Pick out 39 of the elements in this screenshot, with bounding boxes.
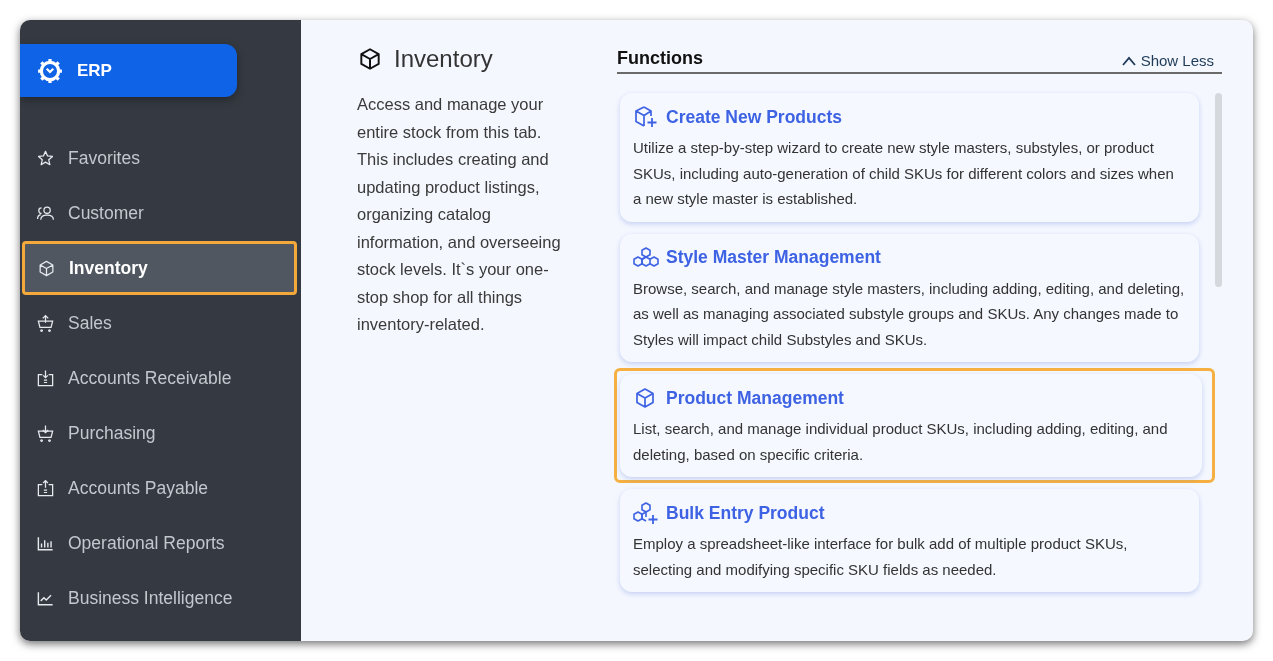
- cart-icon: [36, 313, 55, 333]
- card-title: Bulk Entry Product: [666, 502, 825, 524]
- sidebar-item[interactable]: Operational Reports: [20, 516, 297, 570]
- section-description: Access and manage your entire stock from this tab. This includes creating and updating product listings, organizing catalog information, and overseeing stock levels. It`s your one-stop shop for all things inventory-related.: [357, 94, 562, 335]
- tray-icon: [36, 368, 55, 388]
- caret-icon: [1121, 55, 1136, 66]
- function-card[interactable]: [620, 93, 1199, 222]
- sidebar-item[interactable]: Sales: [20, 296, 297, 350]
- show-less-button[interactable]: Show Less: [1121, 52, 1222, 69]
- card-description: List, search, and manage individual product SKUs, including adding, editing, and deleting, based on specific criteria.: [633, 419, 1169, 465]
- scrollbar[interactable]: [1215, 93, 1222, 287]
- box-plus-icon: [633, 105, 659, 129]
- tray-icon: [36, 478, 55, 498]
- erp-button[interactable]: ERP: [20, 44, 237, 97]
- gear-icon: [37, 57, 63, 84]
- section-title: Inventory: [394, 45, 493, 73]
- cart-icon: [36, 423, 55, 443]
- boxes-icon: [633, 245, 659, 270]
- function-card[interactable]: [620, 233, 1199, 362]
- star-icon: [36, 148, 55, 168]
- card-title: Create New Products: [666, 106, 843, 128]
- sidebar-item[interactable]: Inventory: [22, 241, 297, 295]
- function-card[interactable]: Product Management List, search, and manage individual product SKUs, including adding, editing, and deleting, based on specific criteria.: [620, 374, 1202, 477]
- function-card[interactable]: Bulk Entry Product Employ a spreadsheet-like interface for bulk add of multiple product SKUs, selecting and modifying specific SKU fields as needed.: [620, 489, 1199, 592]
- card-description: Employ a spreadsheet-like interface for bulk add of multiple product SKUs, selecting and modifying specific SKU fields as needed.: [633, 534, 1129, 580]
- sidebar-item[interactable]: Accounts Payable: [20, 461, 297, 515]
- boxes-plus-icon: [633, 501, 659, 525]
- sidebar-item[interactable]: Customer: [20, 186, 297, 240]
- functions-heading: Functions: [617, 48, 703, 69]
- card-title: Style Master Management: [666, 247, 881, 268]
- sidebar-item[interactable]: Accounts Receivable: [20, 351, 297, 405]
- box-icon: [37, 258, 56, 278]
- card-title: Product Management: [666, 387, 844, 409]
- card-description: Browse, search, and manage style masters, including adding, editing, and deleting, as well as managing associated substyle groups and SKUs. Any changes made to Styles will impact child Substyles and SKUs.: [633, 278, 1185, 350]
- card-description: Utilize a step-by-step wizard to create new style masters, substyles, or product SKUs, including auto-generation of child SKUs for different colors and sizes when a new style master is established.: [633, 138, 1175, 209]
- sidebar-item[interactable]: Purchasing: [20, 406, 297, 460]
- box-icon: [357, 46, 383, 72]
- sidebar-item[interactable]: Favorites: [20, 131, 297, 185]
- sidebar-item[interactable]: Business Intelligence: [20, 571, 297, 625]
